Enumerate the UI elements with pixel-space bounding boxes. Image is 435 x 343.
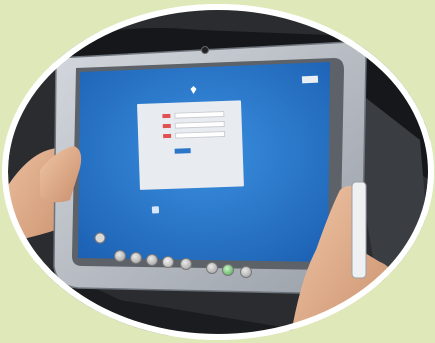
tablet-screen bbox=[78, 62, 330, 262]
photo-scene bbox=[0, 0, 435, 343]
camera-icon bbox=[201, 46, 209, 54]
handheld-device bbox=[351, 181, 367, 279]
hardware-button-row bbox=[94, 232, 106, 244]
